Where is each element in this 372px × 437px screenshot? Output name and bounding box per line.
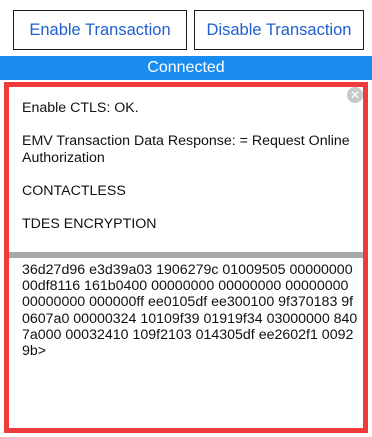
enable-transaction-label: Enable Transaction [29, 20, 171, 39]
connection-status-bar: Connected [0, 56, 372, 80]
connection-status-text: Connected [147, 59, 225, 76]
log-line: CONTACTLESS [22, 182, 126, 199]
enable-transaction-button[interactable]: Enable Transaction [13, 10, 187, 50]
transaction-hex-data: 36d27d96 e3d39a03 1906279c 01009505 0000… [22, 262, 358, 360]
disable-transaction-label: Disable Transaction [206, 20, 352, 39]
response-log-panel: ✕ Enable CTLS: OK. EMV Transaction Data … [4, 82, 368, 433]
log-divider[interactable] [9, 252, 363, 258]
log-line: Enable CTLS: OK. [22, 100, 139, 116]
log-line: TDES ENCRYPTION [22, 215, 157, 232]
log-line: EMV Transaction Data Response: = Request… [22, 133, 350, 166]
disable-transaction-button[interactable]: Disable Transaction [194, 10, 364, 50]
response-log-text: Enable CTLS: OK. EMV Transaction Data Re… [22, 100, 352, 249]
transaction-screen: Enable Transaction Disable Transaction C… [0, 0, 372, 437]
